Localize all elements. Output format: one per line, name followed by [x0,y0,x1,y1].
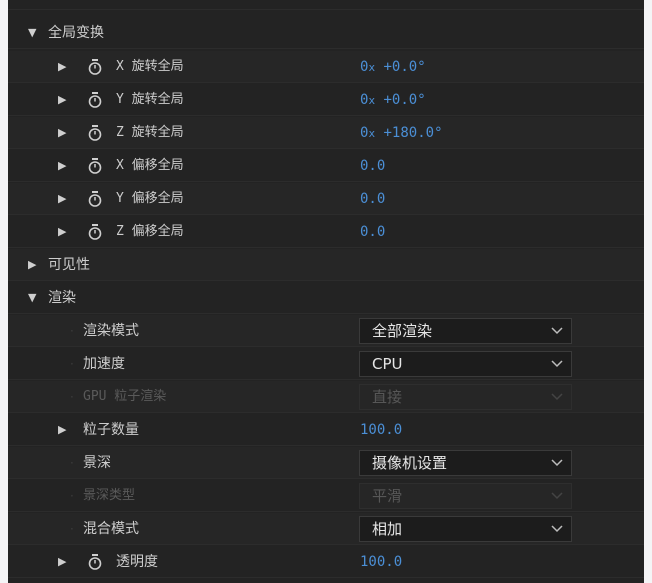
depth-of-field-dropdown[interactable]: 摄像机设置 [359,450,572,476]
chevron-down-icon [551,525,563,533]
dropdown-value: 摄像机设置 [372,454,448,472]
property-label: Y 旋转全局 [116,92,184,107]
stopwatch-icon[interactable] [88,92,102,108]
chevron-down-icon [551,327,563,335]
property-label: 景深 [83,455,111,471]
blend-mode-row: · 混合模式 相加 [8,513,644,545]
offset-value[interactable]: 0.0 [360,150,385,182]
render-mode-dropdown[interactable]: 全部渲染 [359,318,572,344]
section-label: 渲染 [48,290,76,306]
property-label: 混合模式 [83,521,139,537]
property-label: 加速度 [83,356,125,372]
collapsed-triangle-icon[interactable]: ▶ [58,51,66,83]
indent-marker: · [70,489,74,503]
dof-type-dropdown: 平滑 [359,483,572,509]
stopwatch-icon[interactable] [88,191,102,207]
indent-marker: · [70,324,74,338]
stopwatch-icon[interactable] [88,59,102,75]
dropdown-value: 直接 [372,388,403,406]
section-label: 全局变换 [48,25,104,41]
opacity-row[interactable]: ▶ 透明度 100.0 [8,546,644,578]
y-offset-global-row[interactable]: ▶ Y 偏移全局 0.0 [8,183,644,215]
z-rotate-global-row[interactable]: ▶ Z 旋转全局 0x +180.0° [8,117,644,149]
indent-marker: · [70,357,74,371]
rotation-value[interactable]: 0x +0.0° [360,51,426,84]
rotation-value[interactable]: 0x +180.0° [360,117,443,150]
stopwatch-icon[interactable] [88,224,102,240]
offset-value[interactable]: 0.0 [360,216,385,248]
dropdown-value: 相加 [372,520,403,538]
gpu-particle-render-dropdown: 直接 [359,384,572,410]
property-label: 粒子数量 [83,422,139,438]
chevron-down-icon [551,492,563,500]
collapsed-triangle-icon[interactable]: ▶ [58,414,66,446]
section-visibility[interactable]: ▶ 可见性 [8,249,644,281]
z-offset-global-row[interactable]: ▶ Z 偏移全局 0.0 [8,216,644,248]
rotation-value[interactable]: 0x +0.0° [360,84,426,117]
chevron-down-icon [551,393,563,401]
expanded-triangle-icon[interactable]: ▼ [28,282,36,314]
property-label: GPU 粒子渲染 [83,389,167,404]
section-label: 可见性 [48,257,90,273]
property-label: 透明度 [116,554,158,570]
chevron-down-icon [551,459,563,467]
dropdown-value: CPU [372,355,403,373]
property-label: 景深类型 [83,488,136,503]
collapsed-triangle-icon[interactable]: ▶ [58,546,66,578]
acceleration-row: · 加速度 CPU [8,348,644,380]
dof-type-row: · 景深类型 平滑 [8,480,644,512]
property-label: 渲染模式 [83,323,139,339]
section-global-transform[interactable]: ▼ 全局变换 [8,17,644,49]
gpu-particle-render-row: · GPU 粒子渲染 直接 [8,381,644,413]
indent-marker: · [70,522,74,536]
particle-count-row[interactable]: ▶ 粒子数量 100.0 [8,414,644,446]
dropdown-value: 平滑 [372,487,403,505]
indent-marker: · [70,390,74,404]
effect-controls-panel: ▼ 全局变换 ▶ X 旋转全局 0x +0.0° ▶ Y 旋转全局 0x +0.… [8,0,644,583]
collapsed-triangle-icon[interactable]: ▶ [28,249,36,281]
collapsed-triangle-icon[interactable]: ▶ [58,117,66,149]
stopwatch-icon[interactable] [88,125,102,141]
collapsed-header-row [8,0,644,10]
collapsed-triangle-icon[interactable]: ▶ [58,183,66,215]
x-offset-global-row[interactable]: ▶ X 偏移全局 0.0 [8,150,644,182]
property-label: Z 偏移全局 [116,224,184,239]
x-rotate-global-row[interactable]: ▶ X 旋转全局 0x +0.0° [8,51,644,83]
indent-marker: · [70,456,74,470]
collapsed-triangle-icon[interactable]: ▶ [58,216,66,248]
property-label: Z 旋转全局 [116,125,184,140]
property-label: X 偏移全局 [116,158,184,173]
section-render[interactable]: ▼ 渲染 [8,282,644,314]
stopwatch-icon[interactable] [88,554,102,570]
property-label: X 旋转全局 [116,59,184,74]
chevron-down-icon [551,360,563,368]
depth-of-field-row: · 景深 摄像机设置 [8,447,644,479]
y-rotate-global-row[interactable]: ▶ Y 旋转全局 0x +0.0° [8,84,644,116]
blend-mode-dropdown[interactable]: 相加 [359,516,572,542]
dropdown-value: 全部渲染 [372,322,433,340]
opacity-value[interactable]: 100.0 [360,546,402,578]
collapsed-triangle-icon[interactable]: ▶ [58,150,66,182]
property-label: Y 偏移全局 [116,191,184,206]
collapsed-triangle-icon[interactable]: ▶ [58,84,66,116]
render-mode-row: · 渲染模式 全部渲染 [8,315,644,347]
expanded-triangle-icon[interactable]: ▼ [28,17,36,49]
particle-count-value[interactable]: 100.0 [360,414,402,446]
stopwatch-icon[interactable] [88,158,102,174]
acceleration-dropdown[interactable]: CPU [359,351,572,377]
offset-value[interactable]: 0.0 [360,183,385,215]
